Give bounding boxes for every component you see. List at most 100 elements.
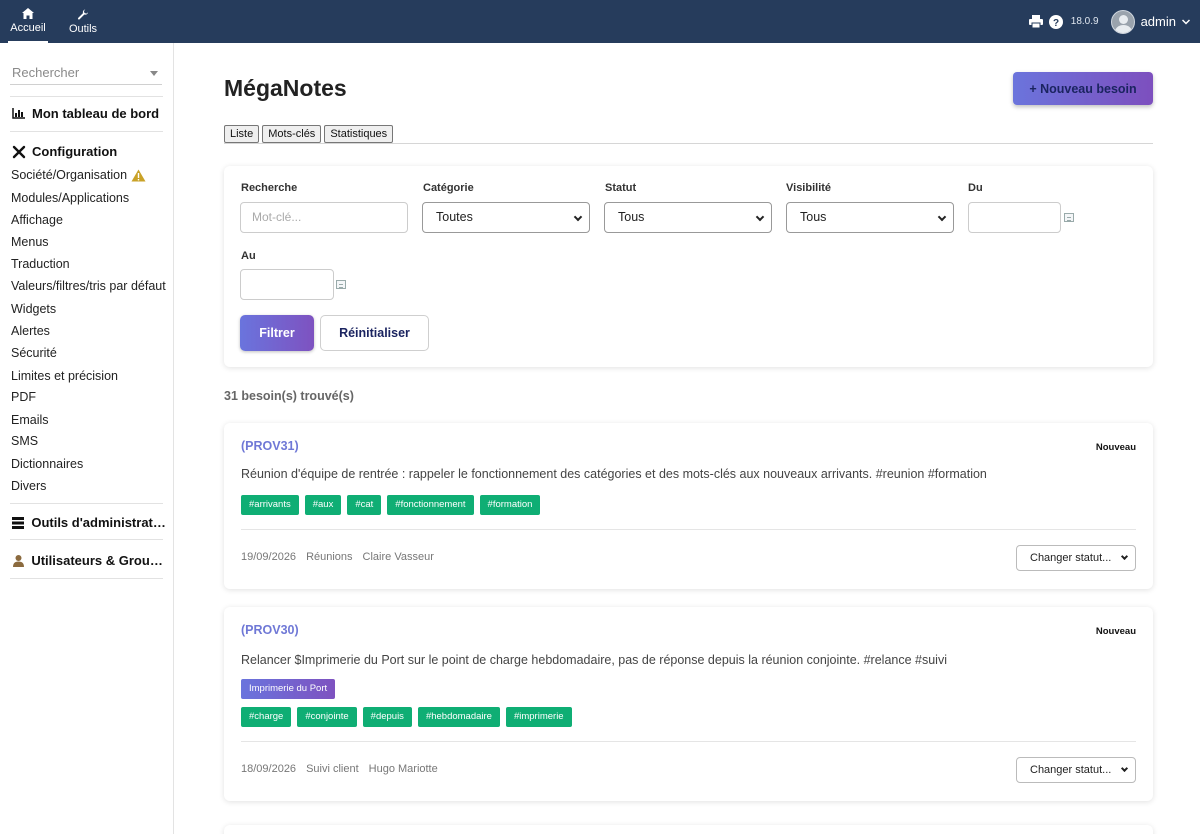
main-content: MégaNotes + Nouveau besoin Liste Mots-cl… xyxy=(175,43,1200,834)
need-ref-link[interactable]: (PROV31) xyxy=(241,439,299,453)
filter-panel: Recherche Mot-clé... Catégorie Toutes St… xyxy=(224,166,1153,367)
status-select[interactable]: Tous xyxy=(604,202,772,233)
status-label: Statut xyxy=(605,182,637,194)
change-status-value: Changer statut... xyxy=(1030,764,1112,776)
sidebar-link-label: Affichage xyxy=(11,213,63,227)
sidebar-item-affichage[interactable]: Affichage xyxy=(11,213,166,227)
change-status-select[interactable]: Changer statut... xyxy=(1016,757,1136,783)
sidebar-item-dashboard[interactable]: Mon tableau de bord xyxy=(11,106,159,121)
sidebar-link-label: Dictionnaires xyxy=(11,457,84,471)
sidebar-link-label: Limites et précision xyxy=(11,369,118,383)
date-to-input[interactable] xyxy=(240,269,334,300)
chevron-down-icon xyxy=(1120,764,1129,773)
visibility-select[interactable]: Tous xyxy=(786,202,954,233)
top-bar: Accueil Outils ? 18.0.9 admin xyxy=(0,0,1200,43)
search-placeholder: Mot-clé... xyxy=(252,210,302,224)
change-status-select[interactable]: Changer statut... xyxy=(1016,545,1136,571)
keyword-tags: #charge #conjointe #depuis #hebdomadaire… xyxy=(241,707,572,727)
date-from-label: Du xyxy=(968,182,983,194)
status-badge: Nouveau xyxy=(1095,626,1136,637)
sidebar-item-emails[interactable]: Emails xyxy=(11,413,166,427)
sidebar-item-widgets[interactable]: Widgets xyxy=(11,302,166,316)
keyword-tag[interactable]: #aux xyxy=(304,495,342,515)
nav-accueil-label: Accueil xyxy=(10,21,46,34)
sidebar-item-users[interactable]: Utilisateurs & Groupes xyxy=(11,553,166,568)
category-label: Catégorie xyxy=(423,182,474,194)
sidebar-search-select[interactable]: Rechercher xyxy=(10,63,162,85)
sidebar-link-label: SMS xyxy=(11,434,39,448)
divider xyxy=(10,578,163,579)
visibility-label: Visibilité xyxy=(786,182,832,194)
sidebar-item-pdf[interactable]: PDF xyxy=(11,390,166,404)
sidebar-item-valeurs[interactable]: Valeurs/filtres/tris par défaut xyxy=(11,279,166,293)
need-author: Claire Vasseur xyxy=(362,551,434,563)
view-tabs: Liste Mots-clés Statistiques xyxy=(224,125,394,143)
need-text: Relancer $Imprimerie du Port sur le poin… xyxy=(241,653,947,667)
keyword-tag[interactable]: #cat xyxy=(347,495,382,515)
sidebar-item-configuration[interactable]: Configuration xyxy=(11,144,117,159)
print-icon[interactable] xyxy=(1028,15,1043,28)
keyword-tag[interactable]: #depuis xyxy=(362,707,412,727)
avatar[interactable] xyxy=(1110,9,1135,34)
tab-statistiques[interactable]: Statistiques xyxy=(324,125,394,143)
sidebar-item-alertes[interactable]: Alertes xyxy=(11,324,166,338)
keyword-tag[interactable]: #arrivants xyxy=(241,495,299,515)
divider xyxy=(241,741,1136,742)
caret-down-icon xyxy=(150,71,158,76)
status-value: Tous xyxy=(618,210,645,224)
need-text: Réunion d'équipe de rentrée : rappeler l… xyxy=(241,467,987,481)
calendar-icon[interactable] xyxy=(336,280,346,289)
keyword-tag[interactable]: #hebdomadaire xyxy=(417,707,500,727)
tab-mots-cles[interactable]: Mots-clés xyxy=(262,125,322,143)
filter-button[interactable]: Filtrer xyxy=(240,315,314,351)
tab-liste[interactable]: Liste xyxy=(224,125,260,143)
sidebar-item-societe[interactable]: Société/Organisation xyxy=(11,168,166,182)
date-from-input[interactable] xyxy=(968,202,1061,233)
sidebar-link-label: Divers xyxy=(11,479,47,493)
sidebar-item-divers[interactable]: Divers xyxy=(11,479,166,493)
entity-tag[interactable]: Imprimerie du Port xyxy=(241,679,336,699)
help-icon[interactable]: ? xyxy=(1048,14,1063,29)
divider xyxy=(241,529,1136,530)
user-name[interactable]: admin xyxy=(1141,14,1176,29)
search-label: Recherche xyxy=(241,182,298,194)
new-need-button[interactable]: + Nouveau besoin xyxy=(1013,72,1153,105)
sidebar-item-dictionnaires[interactable]: Dictionnaires xyxy=(11,457,166,471)
category-select[interactable]: Toutes xyxy=(422,202,590,233)
sidebar-item-limites[interactable]: Limites et précision xyxy=(11,369,166,383)
sidebar-link-label: Valeurs/filtres/tris par défaut xyxy=(11,279,166,293)
keyword-tag[interactable]: #conjointe xyxy=(297,707,357,727)
change-status-value: Changer statut... xyxy=(1030,552,1112,564)
sidebar-item-sms[interactable]: SMS xyxy=(11,434,166,448)
need-category: Réunions xyxy=(306,551,353,563)
page-title: MégaNotes xyxy=(224,75,347,101)
sidebar-item-menus[interactable]: Menus xyxy=(11,235,166,249)
nav-outils[interactable]: Outils xyxy=(66,0,100,43)
need-card: (PROV30) Nouveau Relancer $Imprimerie du… xyxy=(224,607,1153,801)
top-right-tools: ? 18.0.9 admin xyxy=(1028,0,1190,43)
sidebar-item-traduction[interactable]: Traduction xyxy=(11,257,166,271)
need-card: (PROV31) Nouveau Réunion d'équipe de ren… xyxy=(224,423,1153,589)
sidebar-link-label: Sécurité xyxy=(11,346,57,360)
keyword-tag[interactable]: #imprimerie xyxy=(505,707,572,727)
divider xyxy=(224,143,1153,144)
calendar-icon[interactable] xyxy=(1064,213,1074,222)
nav-accueil[interactable]: Accueil xyxy=(8,0,48,43)
sidebar-search-placeholder: Rechercher xyxy=(12,65,80,80)
keyword-tag[interactable]: #formation xyxy=(479,495,541,515)
visibility-value: Tous xyxy=(800,210,827,224)
chevron-down-icon[interactable] xyxy=(1182,18,1190,25)
sidebar-item-securite[interactable]: Sécurité xyxy=(11,346,166,360)
keyword-tag[interactable]: #fonctionnement xyxy=(387,495,474,515)
sidebar-item-admin-tools[interactable]: Outils d'administration xyxy=(11,515,166,530)
need-ref-link[interactable]: (PROV30) xyxy=(241,623,299,637)
reset-button[interactable]: Réinitialiser xyxy=(320,315,429,351)
search-input[interactable]: Mot-clé... xyxy=(240,202,408,233)
category-value: Toutes xyxy=(436,210,473,224)
sidebar-item-modules[interactable]: Modules/Applications xyxy=(11,191,166,205)
need-date: 19/09/2026 xyxy=(241,551,297,563)
sidebar-link-label: Alertes xyxy=(11,324,50,338)
sidebar-link-label: Menus xyxy=(11,235,49,249)
need-card xyxy=(224,825,1153,834)
keyword-tag[interactable]: #charge xyxy=(241,707,292,727)
